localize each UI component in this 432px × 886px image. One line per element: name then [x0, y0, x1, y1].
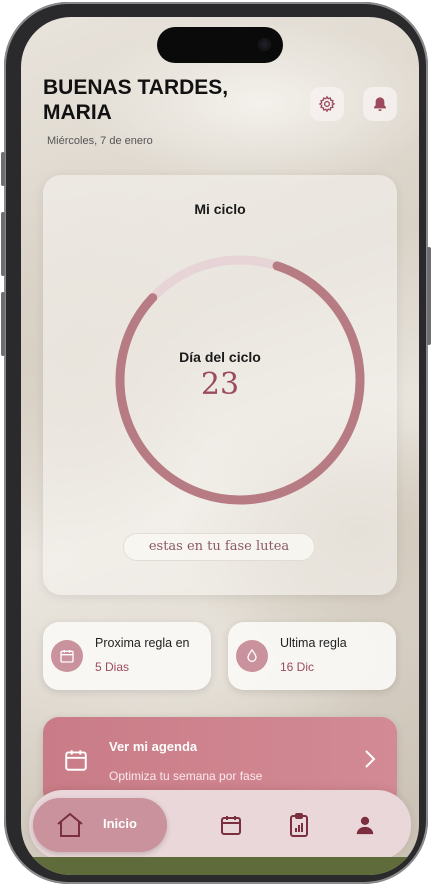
nav-home-label: Inicio [103, 816, 137, 831]
volume-up-button [1, 212, 5, 276]
dynamic-island [157, 27, 283, 63]
drop-icon [247, 648, 257, 662]
greeting-title: BUENAS TARDES, MARIA [43, 76, 229, 124]
cycle-card[interactable]: Mi ciclo Día del ciclo 23 estas en tu fa… [43, 175, 397, 595]
chevron-right-icon [365, 750, 376, 768]
power-button [427, 247, 431, 345]
next-period-value: 5 Dias [95, 660, 130, 674]
cycle-day-label: Día del ciclo [179, 349, 261, 365]
phase-pill[interactable]: estas en tu fase lutea [123, 533, 315, 561]
app-screen: BUENAS TARDES, MARIA Miércoles, 7 de ene… [21, 17, 419, 875]
calendar-icon-badge [51, 640, 83, 672]
nav-calendar-tab[interactable] [217, 811, 245, 839]
phone-frame: BUENAS TARDES, MARIA Miércoles, 7 de ene… [1, 2, 431, 884]
calendar-icon [221, 816, 241, 835]
next-period-card[interactable]: Proxima regla en 5 Dias [43, 622, 211, 690]
notifications-button[interactable] [363, 87, 397, 121]
bottom-nav: Inicio [29, 790, 411, 860]
home-icon [57, 812, 83, 837]
next-period-title: Proxima regla en [95, 636, 190, 650]
volume-down-button [1, 292, 5, 356]
last-period-card[interactable]: Ultima regla 16 Dic [228, 622, 396, 690]
settings-button[interactable] [310, 87, 344, 121]
nav-home-tab[interactable]: Inicio [33, 798, 167, 852]
last-period-title: Ultima regla [280, 636, 347, 650]
calendar-icon [60, 650, 74, 663]
agenda-title: Ver mi agenda [109, 739, 198, 754]
camera-icon [258, 38, 271, 51]
gear-icon [318, 95, 336, 113]
cycle-card-title: Mi ciclo [194, 201, 246, 217]
bell-icon [374, 97, 386, 111]
calendar-icon [65, 750, 87, 771]
clipboard-chart-icon [290, 813, 308, 837]
agenda-subtitle: Optimiza tu semana por fase [109, 769, 263, 783]
background-strip [21, 857, 419, 875]
nav-stats-tab[interactable] [285, 811, 313, 839]
cycle-day-value: 23 [200, 367, 240, 402]
user-icon [356, 816, 374, 835]
drop-icon-badge [236, 640, 268, 672]
current-date: Miércoles, 7 de enero [47, 135, 153, 147]
mute-switch [1, 152, 5, 186]
last-period-value: 16 Dic [280, 660, 315, 674]
nav-profile-tab[interactable] [351, 811, 379, 839]
